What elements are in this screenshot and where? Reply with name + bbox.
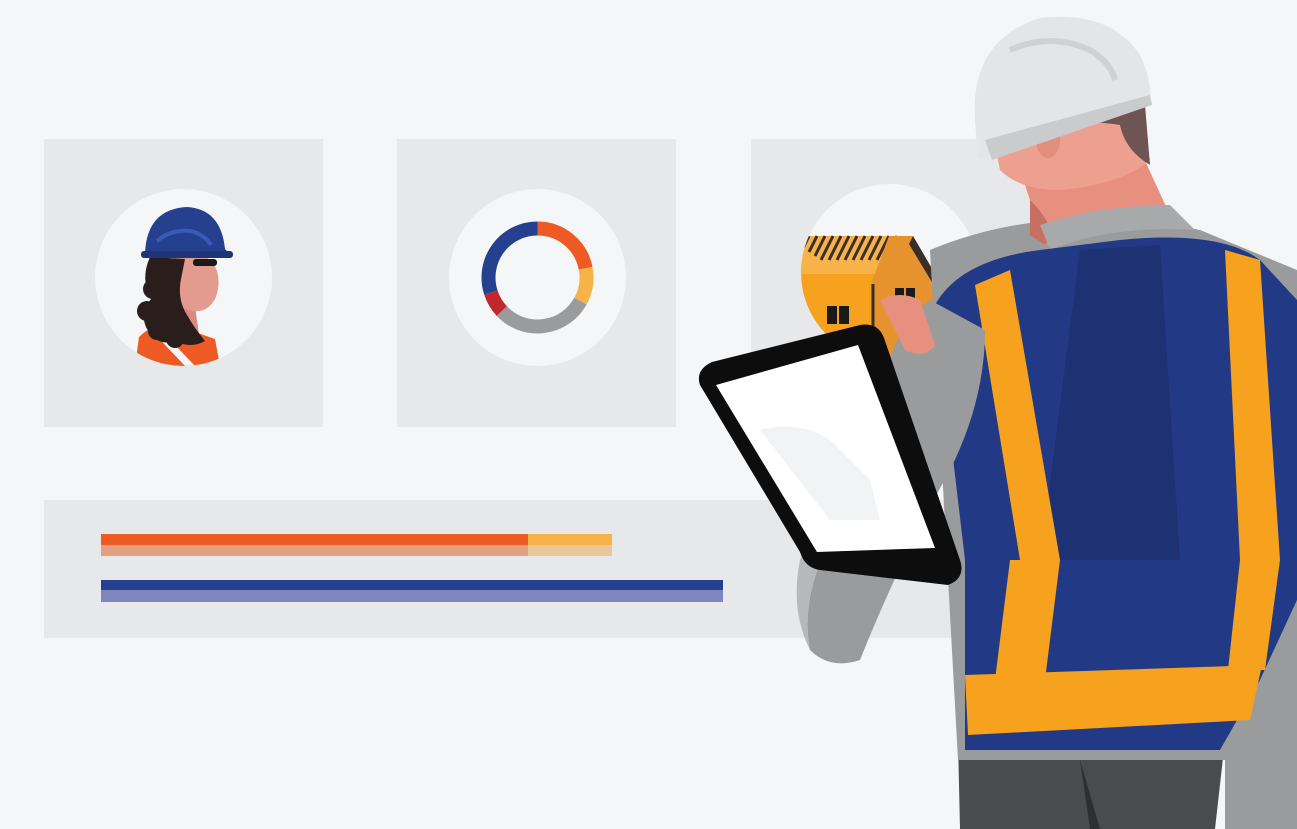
chart-card bbox=[397, 139, 676, 427]
amber-progress-fill bbox=[528, 534, 612, 545]
orange-progress-fill bbox=[101, 534, 528, 545]
worker-avatar bbox=[95, 189, 272, 366]
donut-segment-amber bbox=[574, 267, 594, 305]
blue-progress-bar bbox=[101, 580, 723, 602]
donut-chart-icon bbox=[481, 221, 594, 334]
donut-segment-orange bbox=[537, 221, 593, 270]
inspector-figure bbox=[698, 16, 1297, 829]
donut-segment-gray bbox=[496, 297, 587, 334]
orange-progress-track bbox=[101, 534, 612, 556]
amber-progress-fill-shade bbox=[528, 545, 612, 556]
worker-avatar-icon bbox=[135, 207, 233, 366]
orange-progress-fill-shade bbox=[101, 545, 528, 556]
chart-circle bbox=[449, 189, 626, 366]
donut-segment-red bbox=[484, 290, 508, 316]
blue-progress-fill bbox=[101, 580, 723, 590]
worker-card bbox=[44, 139, 323, 427]
blue-progress-fill-shade bbox=[101, 590, 723, 602]
donut-segment-blue bbox=[481, 221, 538, 295]
